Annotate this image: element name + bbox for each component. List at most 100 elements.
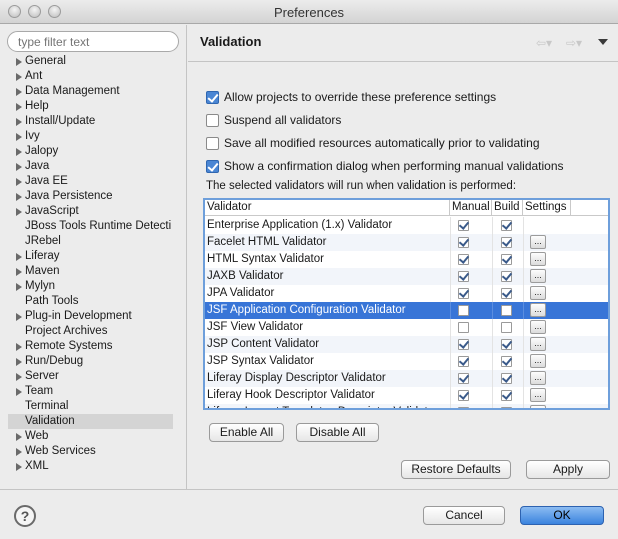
expand-arrow-icon[interactable] (16, 118, 22, 126)
column-header-manual[interactable]: Manual (450, 200, 492, 216)
build-checkbox[interactable] (501, 305, 512, 316)
filter-input[interactable] (7, 31, 179, 52)
expand-arrow-icon[interactable] (16, 133, 22, 141)
expand-arrow-icon[interactable] (16, 208, 22, 216)
settings-button[interactable]: ... (530, 269, 546, 283)
build-checkbox[interactable] (501, 390, 512, 401)
settings-button[interactable]: ... (530, 337, 546, 351)
expand-arrow-icon[interactable] (16, 163, 22, 171)
tree-item[interactable]: Ant (0, 69, 186, 84)
expand-arrow-icon[interactable] (16, 433, 22, 441)
tree-item[interactable]: Maven (0, 264, 186, 279)
build-checkbox[interactable] (501, 373, 512, 384)
table-row[interactable]: JSF View Validator... (205, 319, 608, 336)
expand-arrow-icon[interactable] (16, 358, 22, 366)
table-row[interactable]: JSP Syntax Validator... (205, 353, 608, 370)
expand-arrow-icon[interactable] (16, 178, 22, 186)
tree-item[interactable]: Path Tools (0, 294, 186, 309)
expand-arrow-icon[interactable] (16, 103, 22, 111)
expand-arrow-icon[interactable] (16, 73, 22, 81)
manual-checkbox[interactable] (458, 305, 469, 316)
forward-arrow-icon[interactable]: ⇨▾ (566, 36, 582, 50)
expand-arrow-icon[interactable] (16, 313, 22, 321)
tree-item[interactable]: Team (0, 384, 186, 399)
tree-item[interactable]: Terminal (0, 399, 186, 414)
expand-arrow-icon[interactable] (16, 388, 22, 396)
tree-item[interactable]: Project Archives (0, 324, 186, 339)
manual-checkbox[interactable] (458, 254, 469, 265)
manual-checkbox[interactable] (458, 339, 469, 350)
tree-item[interactable]: Help (0, 99, 186, 114)
table-row[interactable]: HTML Syntax Validator... (205, 251, 608, 268)
manual-checkbox[interactable] (458, 356, 469, 367)
manual-checkbox[interactable] (458, 390, 469, 401)
settings-button[interactable]: ... (530, 354, 546, 368)
settings-button[interactable]: ... (530, 320, 546, 334)
tree-item[interactable]: Java (0, 159, 186, 174)
apply-button[interactable]: Apply (526, 460, 610, 479)
column-header-build[interactable]: Build (492, 200, 523, 216)
build-checkbox[interactable] (501, 271, 512, 282)
tree-item[interactable]: Data Management (0, 84, 186, 99)
table-row[interactable]: Liferay Hook Descriptor Validator... (205, 387, 608, 404)
cancel-button[interactable]: Cancel (423, 506, 505, 525)
back-arrow-icon[interactable]: ⇦▾ (536, 36, 552, 50)
manual-checkbox[interactable] (458, 220, 469, 231)
column-header-settings[interactable]: Settings (523, 200, 571, 216)
enable-all-button[interactable]: Enable All (209, 423, 284, 442)
build-checkbox[interactable] (501, 254, 512, 265)
tree-item[interactable]: JavaScript (0, 204, 186, 219)
expand-arrow-icon[interactable] (16, 343, 22, 351)
settings-button[interactable]: ... (530, 388, 546, 402)
ok-button[interactable]: OK (520, 506, 604, 525)
table-row[interactable]: Liferay Layout Templates Descriptor Vali… (205, 404, 608, 408)
manual-checkbox[interactable] (458, 373, 469, 384)
tree-item[interactable]: Java EE (0, 174, 186, 189)
allow-override-checkbox[interactable] (206, 91, 219, 104)
tree-item[interactable]: Validation (8, 414, 173, 429)
tree-item[interactable]: General (0, 54, 186, 69)
tree-item[interactable]: Run/Debug (0, 354, 186, 369)
tree-item[interactable]: Plug-in Development (0, 309, 186, 324)
build-checkbox[interactable] (501, 220, 512, 231)
manual-checkbox[interactable] (458, 407, 469, 408)
save-all-checkbox[interactable] (206, 137, 219, 150)
table-row[interactable]: Facelet HTML Validator... (205, 234, 608, 251)
tree-item[interactable]: JRebel (0, 234, 186, 249)
tree-item[interactable]: XML (0, 459, 186, 474)
settings-button[interactable]: ... (530, 405, 546, 408)
expand-arrow-icon[interactable] (16, 148, 22, 156)
build-checkbox[interactable] (501, 339, 512, 350)
settings-button[interactable]: ... (530, 371, 546, 385)
expand-arrow-icon[interactable] (16, 283, 22, 291)
build-checkbox[interactable] (501, 237, 512, 248)
expand-arrow-icon[interactable] (16, 268, 22, 276)
column-header-validator[interactable]: Validator (205, 200, 450, 216)
settings-button[interactable]: ... (530, 235, 546, 249)
expand-arrow-icon[interactable] (16, 88, 22, 96)
build-checkbox[interactable] (501, 356, 512, 367)
tree-item[interactable]: Server (0, 369, 186, 384)
disable-all-button[interactable]: Disable All (296, 423, 379, 442)
build-checkbox[interactable] (501, 288, 512, 299)
build-checkbox[interactable] (501, 407, 512, 408)
show-confirmation-checkbox[interactable] (206, 160, 219, 173)
manual-checkbox[interactable] (458, 237, 469, 248)
help-icon[interactable]: ? (14, 505, 36, 527)
table-row[interactable]: Enterprise Application (1.x) Validator (205, 217, 608, 234)
tree-item[interactable]: Web (0, 429, 186, 444)
tree-item[interactable]: JBoss Tools Runtime Detecti (0, 219, 186, 234)
build-checkbox[interactable] (501, 322, 512, 333)
table-row[interactable]: JSP Content Validator... (205, 336, 608, 353)
table-row[interactable]: JPA Validator... (205, 285, 608, 302)
expand-arrow-icon[interactable] (16, 463, 22, 471)
expand-arrow-icon[interactable] (16, 373, 22, 381)
table-row[interactable]: JAXB Validator... (205, 268, 608, 285)
tree-item[interactable]: Web Services (0, 444, 186, 459)
view-menu-icon[interactable] (598, 39, 608, 45)
settings-button[interactable]: ... (530, 252, 546, 266)
tree-item[interactable]: Remote Systems (0, 339, 186, 354)
table-row[interactable]: JSF Application Configuration Validator.… (205, 302, 608, 319)
manual-checkbox[interactable] (458, 288, 469, 299)
restore-defaults-button[interactable]: Restore Defaults (401, 460, 511, 479)
